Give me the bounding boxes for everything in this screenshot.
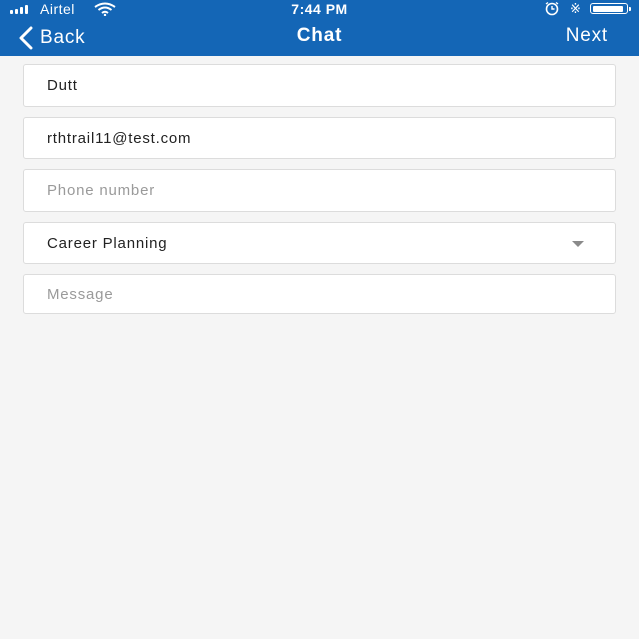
battery-icon (590, 3, 628, 14)
battery-nub (629, 7, 631, 11)
chat-form: Career Planning (23, 64, 616, 324)
name-field-container (23, 64, 616, 107)
bluetooth-icon: ※ (570, 1, 581, 16)
navigation-header: Airtel 7:44 PM ※ Back Chat Next (0, 0, 639, 56)
chevron-down-icon (572, 241, 584, 247)
phone-field-container (23, 169, 616, 212)
status-bar: Airtel 7:44 PM ※ (0, 0, 639, 18)
name-field[interactable] (24, 65, 615, 106)
phone-field[interactable] (24, 170, 615, 211)
battery-level-fill (592, 5, 623, 12)
page-title: Chat (296, 25, 343, 46)
message-field-container (23, 274, 616, 314)
alarm-icon (545, 1, 559, 16)
topic-select-value: Career Planning (47, 235, 168, 252)
message-field[interactable] (24, 275, 615, 313)
email-field-container (23, 117, 616, 159)
topic-select[interactable]: Career Planning (23, 222, 616, 264)
next-button[interactable]: Next (566, 25, 608, 47)
email-field[interactable] (24, 118, 615, 158)
